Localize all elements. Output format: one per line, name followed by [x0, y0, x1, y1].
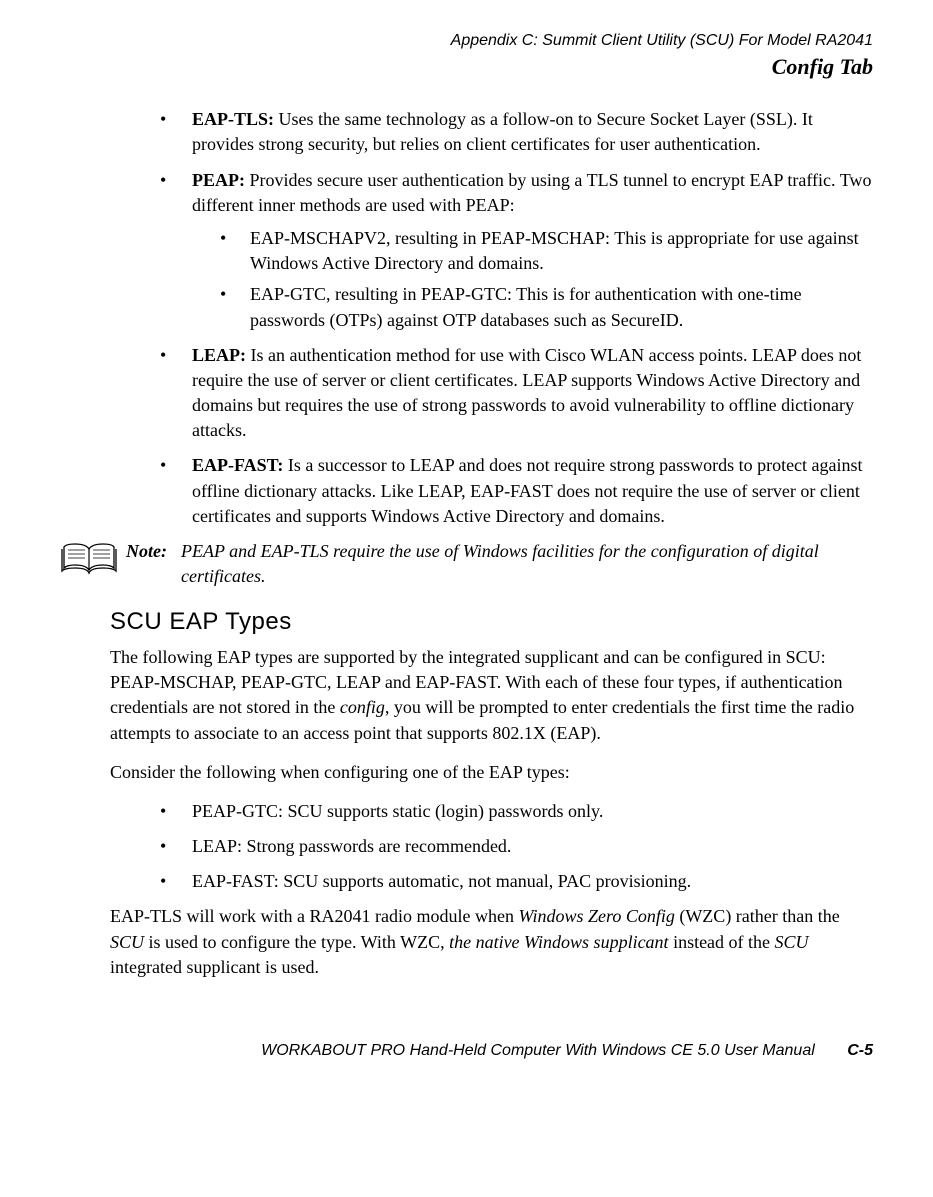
peap-sub-1: EAP-MSCHAPV2, resulting in PEAP-MSCHAP: … — [220, 226, 873, 276]
peap-sub-2: EAP-GTC, resulting in PEAP-GTC: This is … — [220, 282, 873, 332]
para-3: EAP-TLS will work with a RA2041 radio mo… — [110, 904, 873, 980]
footer-title: WORKABOUT PRO Hand-Held Computer With Wi… — [261, 1042, 815, 1059]
section-heading: SCU EAP Types — [110, 605, 873, 639]
peap-sub-list: EAP-MSCHAPV2, resulting in PEAP-MSCHAP: … — [192, 226, 873, 333]
text-eap-tls: Uses the same technology as a follow-on … — [192, 109, 813, 154]
para-3-i3: the native Windows supplicant — [449, 932, 668, 952]
text-eap-fast: Is a successor to LEAP and does not requ… — [192, 455, 863, 525]
label-eap-fast: EAP-FAST: — [192, 455, 288, 475]
note-body: PEAP and EAP-TLS require the use of Wind… — [181, 539, 873, 589]
label-eap-tls: EAP-TLS: — [192, 109, 279, 129]
bullet-eap-tls: EAP-TLS: Uses the same technology as a f… — [160, 107, 873, 157]
text-leap: Is an authentication method for use with… — [192, 345, 861, 441]
para-3-i1: Windows Zero Config — [518, 906, 674, 926]
bullet-peap: PEAP: Provides secure user authenticatio… — [160, 168, 873, 333]
para-1-config: config — [340, 697, 385, 717]
para-3d: instead of the — [669, 932, 775, 952]
para-1: The following EAP types are supported by… — [110, 645, 873, 746]
label-leap: LEAP: — [192, 345, 251, 365]
header-appendix: Appendix C: Summit Client Utility (SCU) … — [60, 30, 873, 52]
footer-page-number: C-5 — [847, 1042, 873, 1059]
page-header: Appendix C: Summit Client Utility (SCU) … — [60, 30, 873, 83]
bullet-leap: LEAP: Is an authentication method for us… — [160, 343, 873, 444]
note-text: Note: PEAP and EAP-TLS require the use o… — [126, 539, 873, 589]
para-2: Consider the following when configuring … — [110, 760, 873, 785]
text-peap: Provides secure user authentication by u… — [192, 170, 871, 215]
page-footer: WORKABOUT PRO Hand-Held Computer With Wi… — [60, 1040, 873, 1062]
para-3a: EAP-TLS will work with a RA2041 radio mo… — [110, 906, 518, 926]
book-icon — [60, 541, 120, 576]
note-label: Note: — [126, 539, 167, 564]
top-bullet-list: EAP-TLS: Uses the same technology as a f… — [60, 107, 873, 529]
eap-types-list: PEAP-GTC: SCU supports static (login) pa… — [60, 799, 873, 895]
para-3c: is used to configure the type. With WZC, — [144, 932, 449, 952]
para-3-i2: SCU — [110, 932, 144, 952]
list-leap: LEAP: Strong passwords are recommended. — [160, 834, 873, 859]
para-3e: integrated supplicant is used. — [110, 957, 319, 977]
para-3-i4: SCU — [775, 932, 809, 952]
note-block: Note: PEAP and EAP-TLS require the use o… — [60, 539, 873, 589]
header-section: Config Tab — [60, 52, 873, 83]
label-peap: PEAP: — [192, 170, 250, 190]
bullet-eap-fast: EAP-FAST: Is a successor to LEAP and doe… — [160, 453, 873, 529]
list-peap-gtc: PEAP-GTC: SCU supports static (login) pa… — [160, 799, 873, 824]
para-3b: (WZC) rather than the — [675, 906, 840, 926]
list-eap-fast: EAP-FAST: SCU supports automatic, not ma… — [160, 869, 873, 894]
page: Appendix C: Summit Client Utility (SCU) … — [0, 0, 933, 1102]
